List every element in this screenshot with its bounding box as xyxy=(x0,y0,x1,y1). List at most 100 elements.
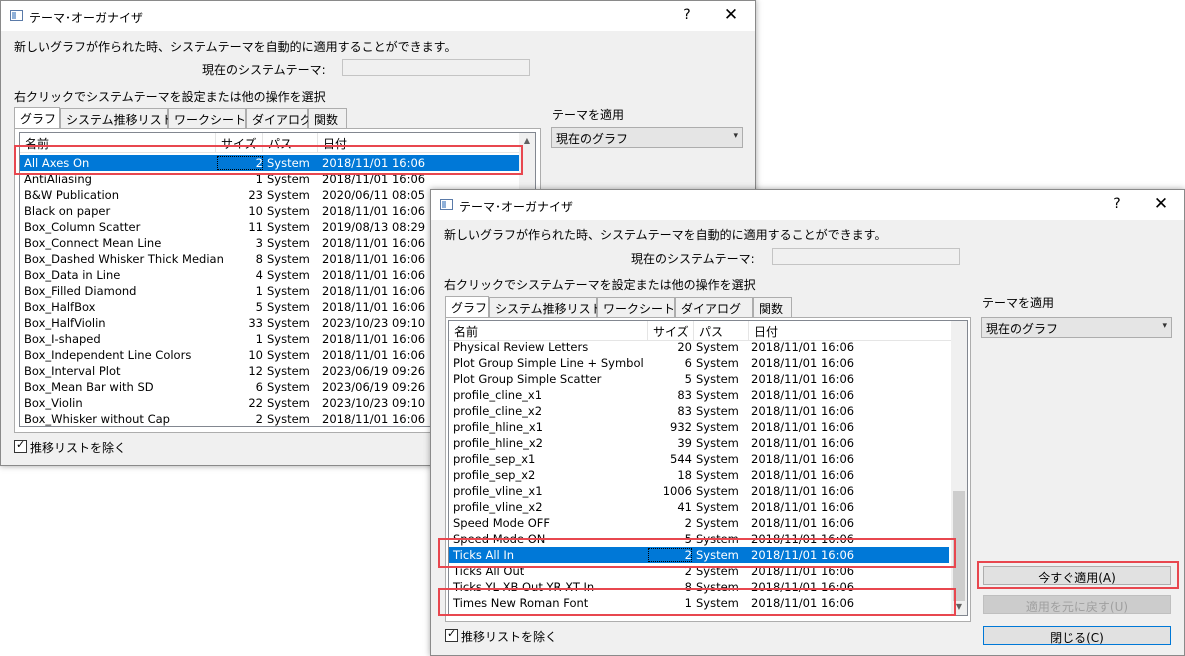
column-header-date[interactable]: 日付 xyxy=(318,133,521,152)
cell-date: 2018/11/01 16:06 xyxy=(322,156,426,170)
close-button[interactable]: 閉じる(C) xyxy=(983,626,1171,645)
table-row[interactable]: profile_vline_x1 1006 System 2018/11/01 16:… xyxy=(449,483,949,499)
table-row[interactable]: Plot Group Simple Line + Symbol 6 System 20… xyxy=(449,355,949,371)
tab-dialog[interactable]: ダイアログ xyxy=(675,297,753,317)
tab-graph[interactable]: グラフ xyxy=(14,107,60,128)
cell-size: 83 xyxy=(677,388,692,402)
tab-panel: 名前 サイズ パス 日付 Physical Review Letters 20 Sy… xyxy=(445,317,971,622)
cell-name: Box_Filled Diamond xyxy=(24,284,137,298)
cell-size: 18 xyxy=(677,468,692,482)
cell-name: profile_hline_x1 xyxy=(453,420,543,434)
scroll-down-icon[interactable]: ▼ xyxy=(951,599,967,615)
cell-path: System xyxy=(267,268,310,282)
apply-target-select[interactable]: 現在のグラフ ▾ xyxy=(981,317,1172,338)
cell-size: 5 xyxy=(684,372,692,386)
tab-system-transition-list[interactable]: システム推移リスト xyxy=(60,108,174,128)
apply-target-value: 現在のグラフ xyxy=(556,132,629,146)
column-header-size[interactable]: サイズ xyxy=(216,133,263,152)
table-row[interactable]: Plot Group Simple Scatter 5 System 2018/11/… xyxy=(449,371,949,387)
cell-path: System xyxy=(267,396,310,410)
table-row[interactable]: profile_vline_x2 41 System 2018/11/01 16:06 xyxy=(449,499,949,515)
cell-date: 2018/11/01 16:06 xyxy=(751,500,855,514)
list-header: 名前 サイズ パス 日付 xyxy=(20,133,535,153)
cell-path: System xyxy=(267,332,310,346)
tab-worksheet[interactable]: ワークシート xyxy=(168,108,246,128)
help-icon[interactable]: ? xyxy=(1107,196,1127,212)
table-row[interactable]: profile_cline_x1 83 System 2018/11/01 16:06 xyxy=(449,387,949,403)
table-row[interactable]: Times New Roman Font 1 System 2018/11/01 16… xyxy=(449,595,949,611)
scrollbar-thumb[interactable] xyxy=(953,491,965,601)
vertical-scrollbar[interactable]: ▼ xyxy=(951,321,967,615)
table-row[interactable]: All Axes On 2 System 2018/11/01 16:06 xyxy=(20,155,519,171)
table-row[interactable]: profile_hline_x1 932 System 2018/11/01 16:0… xyxy=(449,419,949,435)
current-theme-field xyxy=(772,248,960,265)
cell-date: 2018/11/01 16:06 xyxy=(322,284,426,298)
apply-target-value: 現在のグラフ xyxy=(986,322,1059,336)
title-bar[interactable]: テーマ･オーガナイザ ? ✕ xyxy=(1,1,755,31)
tab-worksheet[interactable]: ワークシート xyxy=(597,297,675,317)
table-row[interactable]: Ticks All Out 2 System 2018/11/01 16:06 xyxy=(449,563,949,579)
cell-date: 2018/11/01 16:06 xyxy=(322,236,426,250)
apply-now-button[interactable]: 今すぐ適用(A) xyxy=(983,566,1171,585)
tab-graph[interactable]: グラフ xyxy=(445,296,489,317)
column-header-path[interactable]: パス xyxy=(263,133,318,152)
cell-date: 2023/06/19 09:26 xyxy=(322,364,426,378)
table-row[interactable]: profile_hline_x2 39 System 2018/11/01 16:06 xyxy=(449,435,949,451)
cell-name: Black on paper xyxy=(24,204,111,218)
cell-date: 2018/11/01 16:06 xyxy=(751,596,855,610)
table-row[interactable]: Speed Mode ON 5 System 2018/11/01 16:06 xyxy=(449,531,949,547)
cell-path: System xyxy=(267,172,310,186)
scroll-up-icon[interactable]: ▲ xyxy=(519,133,535,149)
current-theme-label: 現在のシステムテーマ: xyxy=(631,252,755,266)
cell-path: System xyxy=(696,580,739,594)
cell-size: 11 xyxy=(248,220,263,234)
close-icon[interactable]: ✕ xyxy=(1151,194,1171,214)
theme-list[interactable]: 名前 サイズ パス 日付 Physical Review Letters 20 Sy… xyxy=(448,320,968,616)
cell-date: 2018/11/01 16:06 xyxy=(322,172,426,186)
cell-size: 83 xyxy=(677,404,692,418)
tab-function[interactable]: 関数 xyxy=(753,297,792,317)
cell-name: Box_Interval Plot xyxy=(24,364,121,378)
table-row[interactable]: profile_cline_x2 83 System 2018/11/01 16:06 xyxy=(449,403,949,419)
cell-path: System xyxy=(696,452,739,466)
exclude-list-checkbox[interactable]: ✓ xyxy=(14,438,27,453)
cell-path: System xyxy=(267,220,310,234)
cell-path: System xyxy=(267,380,310,394)
undo-apply-button[interactable]: 適用を元に戻す(U) xyxy=(983,595,1171,614)
cell-size: 5 xyxy=(684,532,692,546)
cell-path: System xyxy=(696,420,739,434)
tab-function[interactable]: 関数 xyxy=(308,108,347,128)
table-row[interactable]: profile_sep_x1 544 System 2018/11/01 16:06 xyxy=(449,451,949,467)
tab-dialog[interactable]: ダイアログ xyxy=(246,108,312,128)
cell-size: 3 xyxy=(255,236,263,250)
cell-size: 1006 xyxy=(662,484,692,498)
cell-date: 2018/11/01 16:06 xyxy=(751,420,855,434)
cell-path: System xyxy=(267,300,310,314)
column-header-name[interactable]: 名前 xyxy=(20,133,216,152)
table-row[interactable]: Speed Mode OFF 2 System 2018/11/01 16:06 xyxy=(449,515,949,531)
tab-system-transition-list[interactable]: システム推移リスト xyxy=(489,297,603,317)
cell-date: 2018/11/01 16:06 xyxy=(751,404,855,418)
table-row[interactable]: Physical Review Letters 20 System 2018/11/0… xyxy=(449,339,949,355)
table-row[interactable]: profile_sep_x2 18 System 2018/11/01 16:06 xyxy=(449,467,949,483)
cell-date: 2018/11/01 16:06 xyxy=(751,468,855,482)
apply-target-select[interactable]: 現在のグラフ ▾ xyxy=(551,127,743,148)
table-row[interactable]: Ticks All In 2 System 2018/11/01 16:06 xyxy=(449,547,949,563)
cell-name: profile_cline_x2 xyxy=(453,404,543,418)
column-header-size[interactable]: サイズ xyxy=(648,321,694,340)
current-theme-label: 現在のシステムテーマ: xyxy=(202,63,326,77)
help-icon[interactable]: ? xyxy=(677,7,697,23)
column-header-name[interactable]: 名前 xyxy=(449,321,648,340)
close-icon[interactable]: ✕ xyxy=(721,5,741,25)
column-header-path[interactable]: パス xyxy=(694,321,749,340)
cell-name: Times New Roman Font xyxy=(453,596,589,610)
cell-size: 23 xyxy=(248,188,263,202)
cell-path: System xyxy=(696,468,739,482)
column-header-date[interactable]: 日付 xyxy=(749,321,951,340)
title-bar[interactable]: テーマ･オーガナイザ ? ✕ xyxy=(431,190,1184,220)
cell-path: System xyxy=(267,412,310,426)
table-row[interactable]: Ticks YL XB Out YR XT In 8 System 2018/11/0… xyxy=(449,579,949,595)
cell-name: profile_cline_x1 xyxy=(453,388,543,402)
exclude-list-checkbox[interactable]: ✓ xyxy=(445,627,458,642)
table-row[interactable]: AntiAliasing 1 System 2018/11/01 16:06 xyxy=(20,171,519,187)
